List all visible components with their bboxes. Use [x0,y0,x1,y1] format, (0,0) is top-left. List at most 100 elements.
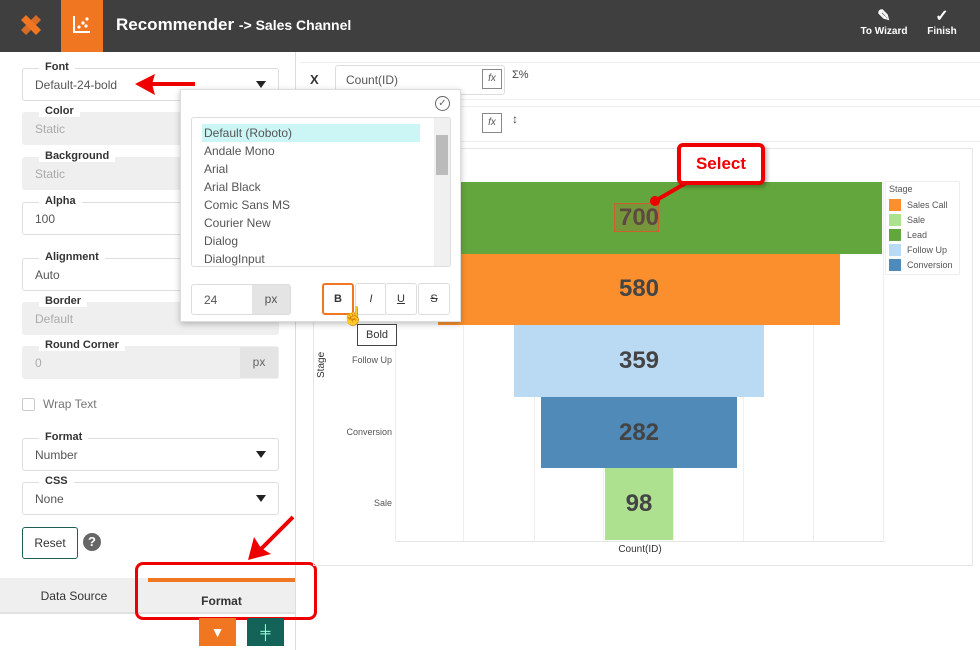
chevron-down-icon [256,81,266,88]
chart-mode-button[interactable] [61,0,103,52]
funnel-chart-button[interactable]: ▼ [199,618,236,646]
format-label: Format [39,431,89,443]
format-value: Number [35,448,78,462]
hand-cursor-icon: ☝ [342,306,365,326]
legend-label: Conversion [907,259,953,270]
scatter-chart-icon [73,16,90,33]
font-option[interactable]: Courier New [202,214,450,232]
legend-label: Follow Up [907,244,948,255]
reset-button[interactable]: Reset [22,527,78,559]
font-option[interactable]: Dialog [202,232,450,250]
formula-icon[interactable]: fx [482,113,502,133]
legend-swatch [889,228,901,241]
css-select[interactable]: CSS None [22,475,279,515]
data-label[interactable]: 580 [619,275,659,303]
background-value: Static [35,167,66,181]
arrow-pointer-tab [248,515,295,560]
wrap-text-label: Wrap Text [43,397,97,411]
font-option[interactable]: Default (Roboto) [202,124,420,142]
data-label[interactable]: 98 [626,490,653,518]
app-logo[interactable] [18,12,44,38]
x-axis-line [395,541,885,542]
strikethrough-button[interactable]: S [418,283,450,315]
round-corner-field: Round Corner 0 px [22,339,279,379]
y-tick-label: Follow Up [351,355,392,365]
wrap-text-checkbox[interactable]: Wrap Text [22,397,97,411]
sum-percent-icon[interactable]: Σ% [512,69,529,81]
font-option[interactable]: Arial Black [202,178,450,196]
legend-label: Sales Call [907,199,948,210]
legend-label: Lead [907,229,928,240]
highlight-box [135,562,317,620]
help-icon[interactable]: ? [83,533,101,551]
scrollbar[interactable] [434,118,450,266]
legend-swatch [889,198,901,211]
alignment-label: Alignment [39,251,105,263]
scrollbar-thumb[interactable] [436,135,448,175]
font-value: Default-24-bold [35,78,118,92]
border-value: Default [35,312,74,326]
font-size-value: 24 [204,293,218,307]
x-axis-label: X [310,72,319,87]
underline-button[interactable]: U [385,283,417,315]
round-corner-label: Round Corner [39,339,125,351]
to-wizard-label: To Wizard [860,26,908,37]
font-option[interactable]: Andale Mono [202,142,450,160]
pencil-ruler-icon [21,15,41,35]
sort-icon[interactable]: ↕ [512,112,518,126]
alignment-value: Auto [35,268,60,282]
y-axis-title: Stage [316,351,327,378]
format-select[interactable]: Format Number [22,431,279,471]
alpha-value: 100 [35,212,56,226]
data-label[interactable]: 282 [619,419,659,447]
font-option[interactable]: Comic Sans MS [202,196,450,214]
legend-item[interactable]: Follow Up [889,242,956,257]
tab-data-source[interactable]: Data Source [0,578,148,614]
funnel-bar-sale[interactable]: 98 [604,468,673,540]
y-tick-label: Sale [373,498,392,509]
legend-item[interactable]: Lead [889,227,956,242]
finish-label: Finish [927,26,957,37]
checkbox[interactable] [22,397,35,411]
legend-item[interactable]: Sale [889,212,956,227]
chart-style-button[interactable]: ╪ [247,618,284,646]
background-label: Background [39,150,116,162]
funnel-bar-conversion[interactable]: 282 [541,396,737,469]
legend-swatch [889,258,901,271]
legend-title: Stage [889,184,913,194]
finish-button[interactable]: ✓ Finish [922,6,962,37]
page-title: Recommender -> Sales Channel [116,15,351,35]
check-circle-icon: ✓ [935,8,949,25]
px-unit: px [252,285,290,314]
bold-tooltip: Bold [357,324,397,346]
color-value: Static [35,122,66,136]
to-wizard-button[interactable]: ✎ To Wizard [858,6,910,37]
x-field-value: Count(ID) [346,73,399,87]
color-label: Color [39,105,80,117]
funnel-bar-follow-up[interactable]: 359 [514,325,764,397]
font-size-input[interactable]: 24 px [191,284,291,315]
alpha-label: Alpha [39,195,82,207]
chevron-down-icon [256,451,266,458]
funnel-bar-sales-call[interactable]: 580 [437,253,841,326]
funnel-icon: ▼ [210,624,225,640]
legend-swatch [889,243,901,256]
data-label[interactable]: 359 [619,347,659,375]
legend-item[interactable]: Sales Call [889,197,956,212]
legend-item[interactable]: Conversion [889,257,956,272]
x-axis-title: Count(ID) [618,544,662,555]
check-circle-icon[interactable]: ✓ [435,96,450,111]
font-option[interactable]: Arial [202,160,450,178]
select-callout: Select [677,143,765,185]
pencil-icon: ✎ [877,8,891,25]
subtitle-text: -> Sales Channel [238,17,352,33]
round-corner-value: 0 [35,356,42,370]
formula-icon[interactable]: fx [482,69,502,89]
title-text: Recommender [116,15,235,34]
px-unit: px [240,347,278,378]
font-option[interactable]: DialogInput [202,250,450,266]
font-list[interactable]: Default (Roboto) Andale Mono Arial Arial Bl… [191,117,451,267]
css-label: CSS [39,475,74,487]
y-tick-label: Conversion [346,426,392,437]
css-value: None [35,492,64,506]
